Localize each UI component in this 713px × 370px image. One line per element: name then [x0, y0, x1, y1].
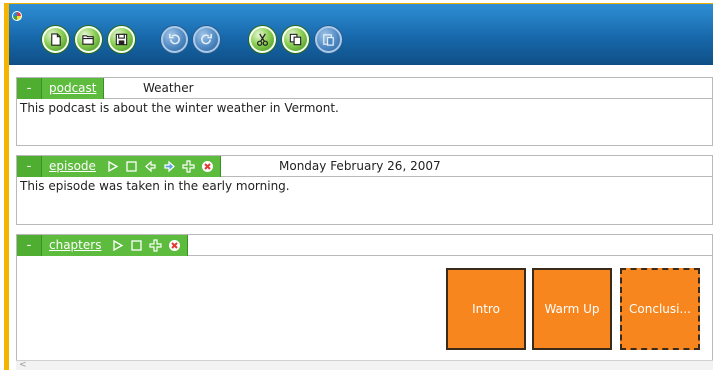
undo-button[interactable] [161, 26, 188, 53]
podcast-tag-label[interactable]: podcast [42, 78, 103, 99]
new-document-icon [51, 33, 61, 46]
episode-tag: - episode [17, 156, 221, 177]
move-right-icon[interactable] [163, 160, 176, 173]
episode-header: - episode Monday February 26, 2007 [17, 156, 712, 177]
collapse-podcast-button[interactable]: - [17, 78, 42, 99]
episode-panel: - episode Monday February 26, 2007 This … [16, 155, 713, 225]
chapter-block-conclusion[interactable]: Conclusi... [620, 268, 700, 350]
podcast-panel: - podcast Weather This podcast is about … [16, 77, 713, 146]
add-icon[interactable] [149, 239, 163, 252]
cut-button[interactable] [249, 26, 276, 53]
play-icon[interactable] [106, 160, 119, 173]
undo-icon [169, 33, 180, 45]
app-logo-icon [12, 11, 22, 21]
scroll-left-arrow-icon[interactable]: < [19, 360, 27, 370]
episode-date[interactable]: Monday February 26, 2007 [274, 156, 441, 177]
delete-icon[interactable] [201, 160, 214, 173]
redo-icon [201, 33, 212, 45]
move-left-icon[interactable] [144, 160, 157, 173]
podcast-description[interactable]: This podcast is about the winter weather… [20, 101, 339, 115]
new-document-button[interactable] [42, 26, 69, 53]
episode-description[interactable]: This episode was taken in the early morn… [20, 179, 290, 193]
horizontal-scrollbar[interactable]: < [16, 360, 713, 370]
collapse-episode-button[interactable]: - [17, 156, 42, 177]
chapters-tag: - chapters [17, 235, 189, 256]
chapter-block-intro[interactable]: Intro [446, 268, 526, 350]
add-icon[interactable] [182, 160, 195, 173]
redo-button[interactable] [193, 26, 220, 53]
chapters-tag-label[interactable]: chapters [42, 235, 108, 256]
chapters-header: - chapters [17, 235, 712, 256]
save-icon [115, 33, 128, 46]
podcast-header: - podcast Weather [17, 78, 712, 99]
paste-button[interactable] [315, 26, 342, 53]
paste-icon [323, 34, 334, 46]
open-folder-icon [82, 35, 94, 45]
app-window: - podcast Weather This podcast is about … [4, 3, 713, 370]
open-button[interactable] [75, 26, 102, 53]
stop-icon[interactable] [130, 239, 143, 252]
podcast-tag: - podcast [17, 78, 105, 99]
toolbar [9, 4, 713, 65]
stop-icon[interactable] [125, 160, 138, 173]
episode-tag-label[interactable]: episode [42, 156, 103, 177]
copy-button[interactable] [282, 26, 309, 53]
podcast-title[interactable]: Weather [138, 78, 194, 99]
copy-icon [289, 33, 302, 46]
delete-icon[interactable] [168, 239, 181, 252]
play-icon[interactable] [111, 239, 124, 252]
chapter-block-warm-up[interactable]: Warm Up [532, 268, 612, 350]
collapse-chapters-button[interactable]: - [17, 235, 42, 256]
cut-icon [257, 33, 268, 46]
save-button[interactable] [108, 26, 135, 53]
